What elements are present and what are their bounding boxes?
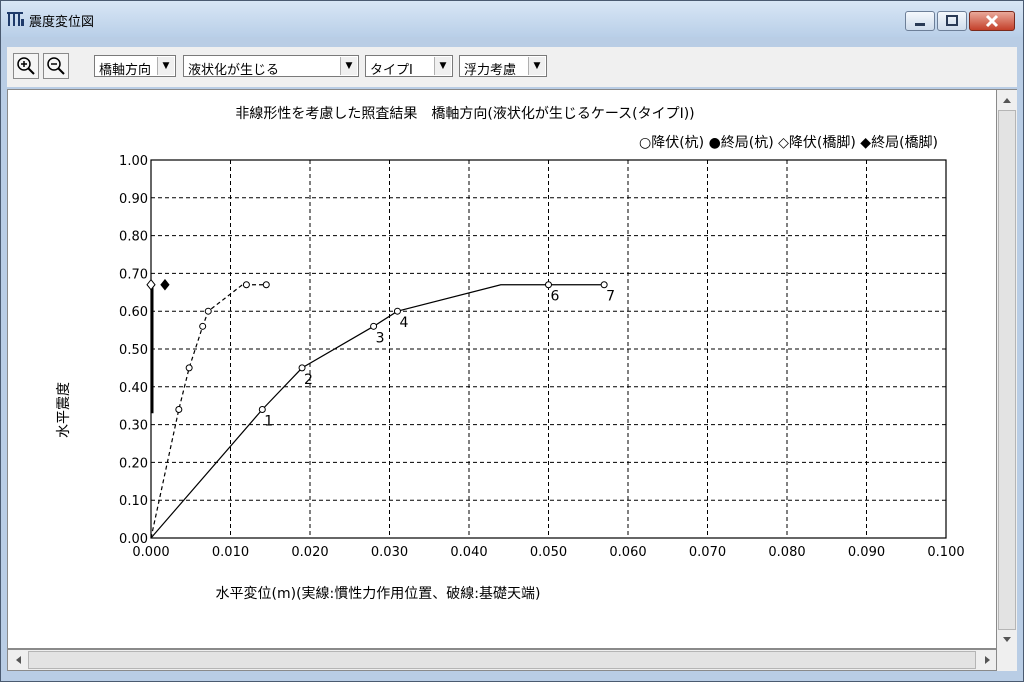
point-number-label: 1 xyxy=(264,413,273,429)
zoom-in-icon xyxy=(17,57,35,75)
toolbar: 橋軸方向 ▼ 液状化が生じる ▼ タイプⅠ ▼ 浮力考慮 ▼ xyxy=(7,47,1017,87)
y-tick-label: 0.50 xyxy=(119,343,148,358)
direction-select[interactable]: 橋軸方向 ▼ xyxy=(94,55,176,78)
yield-pile-marker xyxy=(600,281,608,289)
chart-title: 非線形性を考慮した照査結果 橋軸方向(液状化が生じるケース(タイプⅠ)) xyxy=(235,106,694,122)
scroll-up-icon[interactable] xyxy=(997,92,1017,110)
buoyancy-value: 浮力考慮 xyxy=(464,63,517,78)
minimize-icon xyxy=(915,23,925,26)
y-axis-label: 水平震度 xyxy=(56,382,72,438)
type-select[interactable]: タイプⅠ ▼ xyxy=(365,55,453,78)
direction-value: 橋軸方向 xyxy=(99,63,152,78)
point-number-label: 3 xyxy=(376,330,385,346)
x-tick-label: 0.000 xyxy=(132,545,169,560)
point-number-label: 6 xyxy=(551,289,560,305)
chart-area: 非線形性を考慮した照査結果 橋軸方向(液状化が生じるケース(タイプⅠ)) ○降伏… xyxy=(7,89,997,649)
chevron-down-icon[interactable]: ▼ xyxy=(157,57,174,75)
y-tick-label: 0.90 xyxy=(119,192,148,207)
yield-pile-marker xyxy=(370,322,378,330)
yield-pile-marker xyxy=(185,364,193,372)
title-bar[interactable]: 震度変位図 xyxy=(1,1,1023,37)
y-tick-label: 0.70 xyxy=(119,267,148,282)
zoom-out-button[interactable] xyxy=(43,53,69,79)
yield-pier-marker xyxy=(146,278,156,291)
buoyancy-select[interactable]: 浮力考慮 ▼ xyxy=(459,55,547,78)
chevron-down-icon[interactable]: ▼ xyxy=(434,57,451,75)
close-button[interactable] xyxy=(969,11,1015,31)
scroll-left-icon[interactable] xyxy=(10,650,28,670)
x-tick-label: 0.030 xyxy=(371,545,408,560)
type-value: タイプⅠ xyxy=(370,63,413,78)
maximize-button[interactable] xyxy=(937,11,967,31)
horizontal-scroll-thumb[interactable] xyxy=(28,651,976,669)
x-tick-label: 0.070 xyxy=(689,545,726,560)
scroll-right-icon[interactable] xyxy=(978,650,996,670)
zoom-out-icon xyxy=(47,57,65,75)
chevron-down-icon[interactable]: ▼ xyxy=(528,57,545,75)
yield-pile-marker xyxy=(199,322,207,330)
y-tick-label: 0.40 xyxy=(119,381,148,396)
point-number-label: 7 xyxy=(606,289,615,305)
yield-pile-marker xyxy=(393,307,401,315)
vertical-scrollbar[interactable] xyxy=(997,89,1017,649)
app-icon xyxy=(7,12,24,26)
y-tick-label: 0.20 xyxy=(119,456,148,471)
horizontal-scrollbar[interactable] xyxy=(7,649,997,671)
seismic-displacement-chart: 非線形性を考慮した照査結果 橋軸方向(液状化が生じるケース(タイプⅠ)) ○降伏… xyxy=(56,106,965,602)
yield-pile-marker xyxy=(258,405,266,413)
point-number-label: 2 xyxy=(304,372,313,388)
yield-pile-marker xyxy=(242,281,250,289)
y-tick-label: 0.00 xyxy=(119,532,148,547)
yield-pile-marker xyxy=(204,307,212,315)
x-tick-label: 0.020 xyxy=(291,545,328,560)
x-tick-label: 0.080 xyxy=(768,545,805,560)
yield-pile-marker xyxy=(262,281,270,289)
y-tick-label: 0.60 xyxy=(119,305,148,320)
y-tick-label: 0.30 xyxy=(119,419,148,434)
yield-pile-marker xyxy=(545,281,552,289)
chevron-down-icon[interactable]: ▼ xyxy=(340,57,357,75)
yield-pile-marker xyxy=(175,405,183,413)
scrollbar-corner xyxy=(997,649,1017,671)
point-number-label: 4 xyxy=(399,315,408,331)
x-tick-label: 0.050 xyxy=(530,545,567,560)
liquefaction-select[interactable]: 液状化が生じる ▼ xyxy=(183,55,359,78)
y-tick-label: 1.00 xyxy=(119,154,148,169)
x-tick-label: 0.090 xyxy=(848,545,885,560)
liquefaction-value: 液状化が生じる xyxy=(188,63,280,78)
x-tick-label: 0.060 xyxy=(609,545,646,560)
x-axis-label: 水平変位(m)(実線:慣性力作用位置、破線:基礎天端) xyxy=(216,585,541,602)
scroll-down-icon[interactable] xyxy=(997,630,1017,648)
x-tick-label: 0.040 xyxy=(450,545,487,560)
maximize-icon xyxy=(946,15,958,26)
x-tick-label: 0.100 xyxy=(927,545,964,560)
ultimate-pier-marker xyxy=(160,278,170,291)
close-icon xyxy=(985,14,999,28)
app-window: 震度変位図 橋軸方向 ▼ 液状化が生じる ▼ タイプⅠ ▼ 浮力考慮 ▼ 非線形… xyxy=(0,0,1024,682)
yield-pile-marker xyxy=(298,364,306,372)
minimize-button[interactable] xyxy=(905,11,935,31)
zoom-in-button[interactable] xyxy=(13,53,39,79)
y-tick-label: 0.10 xyxy=(119,494,148,509)
y-tick-label: 0.80 xyxy=(119,230,148,245)
window-title: 震度変位図 xyxy=(29,15,95,30)
vertical-scroll-thumb[interactable] xyxy=(998,110,1016,630)
x-tick-label: 0.010 xyxy=(212,545,249,560)
chart-legend: ○降伏(杭) ●終局(杭) ◇降伏(橋脚) ◆終局(橋脚) xyxy=(639,135,938,151)
